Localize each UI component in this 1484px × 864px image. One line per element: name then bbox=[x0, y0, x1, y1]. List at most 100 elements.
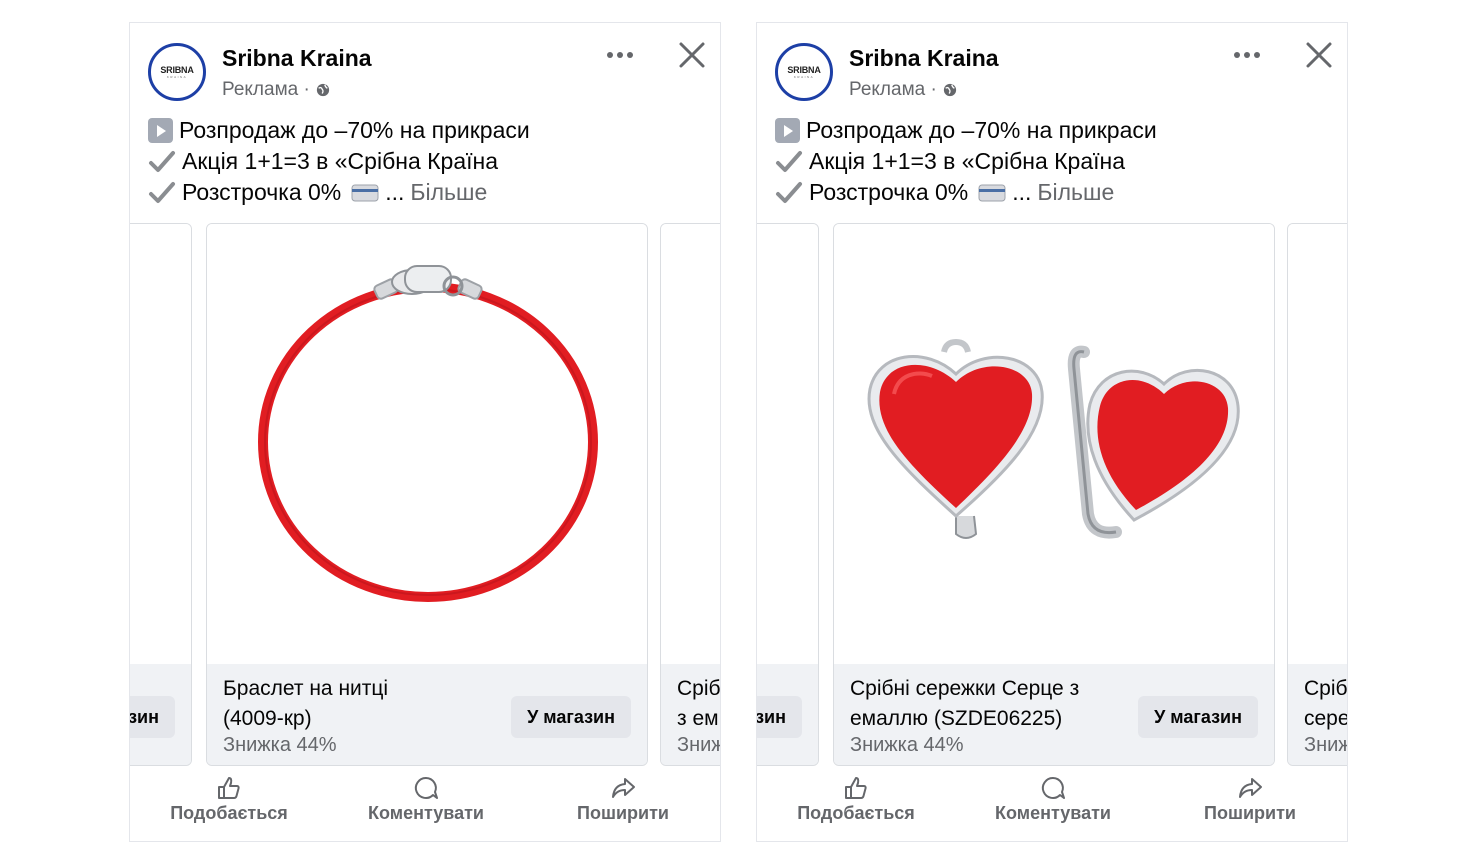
product-title-line-2: емаллю (SZDE06225) bbox=[850, 707, 1063, 730]
sponsored-text: Реклама · bbox=[222, 79, 310, 100]
product-title-line-2: з ем bbox=[677, 707, 719, 730]
product-image[interactable] bbox=[757, 224, 818, 664]
check-mark-icon bbox=[149, 181, 175, 203]
like-label: Подобається bbox=[170, 803, 288, 823]
caption-ellipsis: ... bbox=[385, 179, 405, 205]
caption-line-3: Розстрочка 0% ... Більше bbox=[775, 177, 1335, 208]
shop-now-button[interactable]: У магазин bbox=[757, 696, 802, 738]
product-title[interactable]: Браслет на нитці (4009-кр) bbox=[223, 674, 493, 734]
discount-label: Знижка 44% bbox=[223, 734, 337, 756]
card-info: Сріб з ем Знижка bbox=[661, 664, 721, 765]
sponsored-label: Реклама · bbox=[849, 79, 957, 101]
comment-label: Коментувати bbox=[995, 803, 1111, 823]
check-mark-icon bbox=[149, 150, 175, 172]
card-info: У магазин bbox=[130, 664, 191, 765]
discount-label: Знижка bbox=[677, 734, 720, 756]
page-name[interactable]: Sribna Kraina bbox=[222, 45, 372, 72]
product-image[interactable] bbox=[661, 224, 720, 664]
caption-text-1: Розпродаж до –70% на прикраси bbox=[806, 117, 1157, 143]
caption-text-1: Розпродаж до –70% на прикраси bbox=[179, 117, 530, 143]
caption-ellipsis: ... bbox=[1012, 179, 1032, 205]
close-icon[interactable] bbox=[674, 37, 710, 73]
sponsored-label: Реклама · bbox=[222, 79, 330, 101]
avatar-logo-subtext: KRAINA bbox=[166, 75, 188, 79]
share-button[interactable]: Поширити bbox=[1165, 775, 1335, 824]
share-label: Поширити bbox=[577, 803, 669, 823]
product-title-line-1: Браслет на нитці bbox=[223, 677, 389, 700]
product-title-line-1: Срібні сережки Серце з bbox=[850, 677, 1080, 700]
close-icon[interactable] bbox=[1301, 37, 1337, 73]
shop-now-button[interactable]: У магазин bbox=[511, 696, 631, 738]
play-button-emoji-icon bbox=[775, 118, 800, 143]
share-label: Поширити bbox=[1204, 803, 1296, 823]
comment-label: Коментувати bbox=[368, 803, 484, 823]
product-title[interactable]: Сріб сере bbox=[1304, 674, 1348, 734]
more-options-button[interactable] bbox=[600, 37, 640, 73]
caption-text-3: Розстрочка 0% bbox=[182, 179, 342, 205]
product-title[interactable]: Сріб з ем bbox=[677, 674, 721, 734]
like-button[interactable]: Подобається bbox=[144, 775, 314, 824]
product-title-line-1: Сріб bbox=[1304, 677, 1348, 700]
more-dots-icon bbox=[1234, 52, 1260, 58]
product-carousel[interactable]: У магазин bbox=[757, 223, 1348, 766]
carousel-card-bracelet[interactable]: Браслет на нитці (4009-кр) Знижка 44% У … bbox=[206, 223, 648, 766]
check-mark-icon bbox=[776, 150, 802, 172]
thumbs-up-icon bbox=[218, 777, 240, 799]
product-carousel[interactable]: У магазин Браслет на нитці (4009-кр) bbox=[130, 223, 721, 766]
credit-card-icon bbox=[978, 184, 1006, 201]
page-avatar[interactable]: SRIBNA KRAINA bbox=[148, 43, 206, 101]
product-title-line-2: сере bbox=[1304, 707, 1348, 730]
ad-post-2: SRIBNA KRAINA Sribna Kraina Реклама · Ро… bbox=[756, 22, 1348, 842]
caption-line-1: Розпродаж до –70% на прикраси bbox=[148, 115, 708, 146]
product-image-heart-earrings[interactable] bbox=[834, 224, 1274, 664]
comment-button[interactable]: Коментувати bbox=[968, 775, 1138, 824]
comment-button[interactable]: Коментувати bbox=[341, 775, 511, 824]
caption-text-2: Акція 1+1=3 в «Срібна Країна bbox=[182, 148, 498, 174]
post-actions: Подобається Коментувати Поширити bbox=[130, 775, 720, 839]
avatar-logo-text: SRIBNA bbox=[787, 65, 821, 75]
avatar-logo-subtext: KRAINA bbox=[793, 75, 815, 79]
carousel-card-previous[interactable]: У магазин bbox=[130, 223, 192, 766]
carousel-card-earrings[interactable]: Срібні сережки Серце з емаллю (SZDE06225… bbox=[833, 223, 1275, 766]
heart-earrings-illustration bbox=[867, 338, 1240, 539]
caption-line-3: Розстрочка 0% ... Більше bbox=[148, 177, 708, 208]
comment-bubble-icon bbox=[414, 776, 438, 799]
product-image-red-thread-bracelet[interactable] bbox=[207, 224, 647, 664]
post-actions: Подобається Коментувати Поширити bbox=[757, 775, 1347, 839]
card-info: Сріб сере Знижка bbox=[1288, 664, 1348, 765]
caption-line-1: Розпродаж до –70% на прикраси bbox=[775, 115, 1335, 146]
share-arrow-icon bbox=[612, 778, 635, 798]
more-dots-icon bbox=[607, 52, 633, 58]
carousel-card-next[interactable]: Сріб сере Знижка bbox=[1287, 223, 1348, 766]
product-title[interactable]: Срібні сережки Серце з емаллю (SZDE06225… bbox=[850, 674, 1120, 734]
more-options-button[interactable] bbox=[1227, 37, 1267, 73]
play-button-emoji-icon bbox=[148, 118, 173, 143]
card-info: У магазин bbox=[757, 664, 818, 765]
avatar-logo-text: SRIBNA bbox=[160, 65, 194, 75]
page-avatar[interactable]: SRIBNA KRAINA bbox=[775, 43, 833, 101]
product-title-line-1: Сріб bbox=[677, 677, 721, 700]
carousel-card-previous[interactable]: У магазин bbox=[757, 223, 819, 766]
like-button[interactable]: Подобається bbox=[771, 775, 941, 824]
product-image[interactable] bbox=[1288, 224, 1347, 664]
check-mark-icon bbox=[776, 181, 802, 203]
shop-now-button[interactable]: У магазин bbox=[130, 696, 175, 738]
bracelet-illustration bbox=[258, 265, 598, 602]
page-name[interactable]: Sribna Kraina bbox=[849, 45, 999, 72]
card-info: Срібні сережки Серце з емаллю (SZDE06225… bbox=[834, 664, 1274, 765]
caption-text-2: Акція 1+1=3 в «Срібна Країна bbox=[809, 148, 1125, 174]
globe-icon bbox=[316, 83, 329, 97]
comment-bubble-icon bbox=[1041, 776, 1065, 799]
see-more-link[interactable]: Більше bbox=[1037, 177, 1114, 208]
share-button[interactable]: Поширити bbox=[538, 775, 708, 824]
shop-now-button[interactable]: У магазин bbox=[1138, 696, 1258, 738]
credit-card-icon bbox=[351, 184, 379, 201]
product-title-line-2: (4009-кр) bbox=[223, 707, 312, 730]
carousel-card-next[interactable]: Сріб з ем Знижка bbox=[660, 223, 721, 766]
thumbs-up-icon bbox=[845, 777, 867, 799]
discount-label: Знижка 44% bbox=[850, 734, 964, 756]
discount-label: Знижка bbox=[1304, 734, 1347, 756]
product-image[interactable] bbox=[130, 224, 191, 664]
see-more-link[interactable]: Більше bbox=[410, 177, 487, 208]
ad-post-1: SRIBNA KRAINA Sribna Kraina Реклама · Ро… bbox=[129, 22, 721, 842]
